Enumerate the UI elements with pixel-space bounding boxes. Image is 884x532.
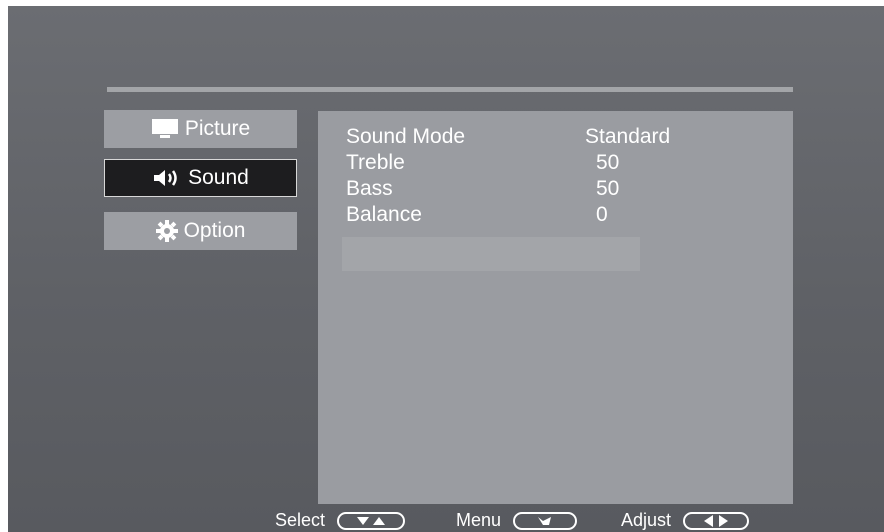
speaker-icon xyxy=(152,167,182,189)
setting-row-treble[interactable]: Treble 50 xyxy=(346,151,746,177)
setting-row-sound-mode[interactable]: Sound Mode Standard xyxy=(346,125,746,151)
menu-return-icon xyxy=(513,511,578,530)
setting-value: Standard xyxy=(585,125,671,148)
gear-icon xyxy=(155,220,178,242)
menu-item-sound[interactable]: Sound xyxy=(104,159,297,197)
setting-row-balance[interactable]: Balance 0 xyxy=(346,203,746,229)
footer-menu-hint: Menu xyxy=(456,510,578,531)
setting-label: Treble xyxy=(346,151,405,174)
tv-screen: Picture Sound Option Sound Mode Standard… xyxy=(8,6,884,532)
setting-value: 50 xyxy=(596,151,620,174)
setting-label: Sound Mode xyxy=(346,125,466,148)
setting-label: Balance xyxy=(346,203,422,226)
monitor-icon xyxy=(151,118,179,140)
setting-value: 0 xyxy=(596,203,608,226)
footer-select-hint: Select xyxy=(275,510,406,531)
setting-value: 50 xyxy=(596,177,620,200)
menu-item-picture[interactable]: Picture xyxy=(104,110,297,148)
selection-highlight xyxy=(342,237,640,271)
footer-adjust-label: Adjust xyxy=(621,510,672,530)
menu-item-label: Picture xyxy=(184,117,251,140)
adjust-left-right-icon xyxy=(683,511,750,530)
select-up-down-icon xyxy=(337,511,406,530)
menu-item-label: Option xyxy=(183,219,246,242)
header-divider xyxy=(107,87,793,92)
footer-adjust-hint: Adjust xyxy=(621,510,750,531)
sound-settings-panel: Sound Mode Standard Treble 50 Bass 50 Ba… xyxy=(318,111,793,504)
setting-row-bass[interactable]: Bass 50 xyxy=(346,177,746,203)
setting-label: Bass xyxy=(346,177,393,200)
menu-item-option[interactable]: Option xyxy=(104,212,297,250)
footer-menu-label: Menu xyxy=(456,510,502,530)
menu-item-label: Sound xyxy=(188,166,249,189)
footer-select-label: Select xyxy=(275,510,326,530)
